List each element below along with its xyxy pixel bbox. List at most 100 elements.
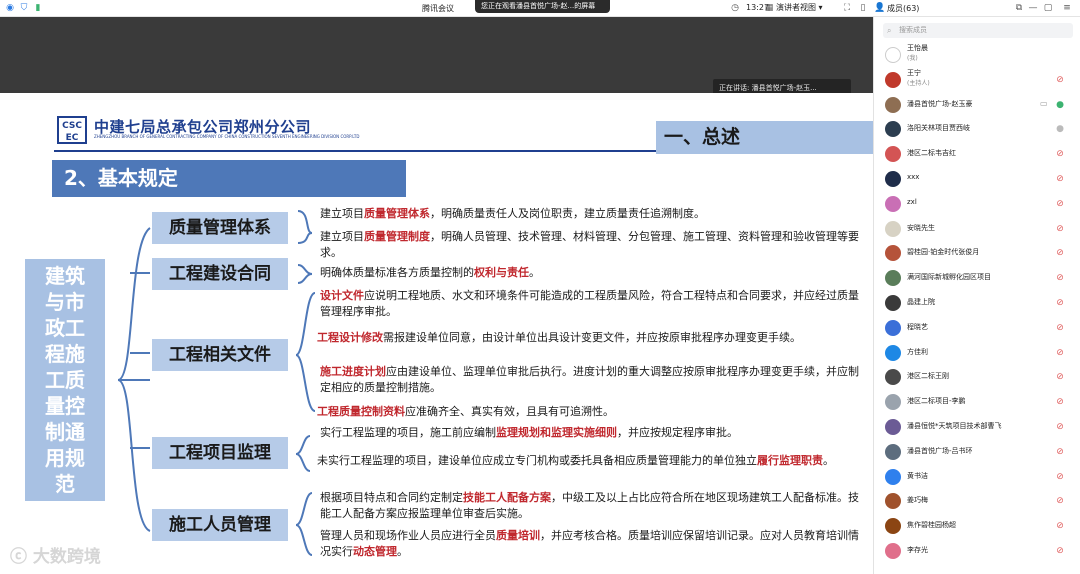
category-construction-contract: 工程建设合同 <box>152 258 288 290</box>
item-design-changes: 工程设计修改需报建设单位同意，由设计单位出具设计变更文件，并应按原审批程序办理变… <box>317 331 801 344</box>
member-row[interactable]: 黄书洁 ⊘ <box>874 465 1080 489</box>
member-name: 方佳利 <box>907 347 928 356</box>
watermark-text: 大数跨境 <box>32 547 101 567</box>
shared-slide: CSC EC 中建七局总承包公司郑州分公司 ZHENGZHOU BRANCH OF… <box>0 93 873 574</box>
minimize-icon[interactable]: — <box>1028 3 1038 13</box>
more-icon[interactable]: ≡ <box>1062 3 1072 13</box>
mic-muted-icon[interactable]: ⊘ <box>1055 371 1065 383</box>
search-placeholder: 搜索成员 <box>899 26 927 34</box>
member-name: 李存光 <box>907 546 928 554</box>
member-row[interactable]: 潘县首悦广场-赵玉豪 ● ▭ <box>874 93 1080 117</box>
mic-muted-icon[interactable]: ⊘ <box>1055 272 1065 284</box>
popout-icon[interactable]: ⧉ <box>1014 3 1024 13</box>
mic-muted-icon[interactable]: ⊘ <box>1055 148 1065 160</box>
avatar <box>885 146 901 163</box>
mic-muted-icon[interactable]: ⊘ <box>1055 471 1065 483</box>
member-name: 程晓艺 <box>907 322 928 331</box>
avatar <box>885 394 901 411</box>
mic-muted-icon[interactable]: ⊘ <box>1055 446 1065 458</box>
member-row[interactable]: 满河国际新城孵化园区项目 ⊘ <box>874 266 1080 290</box>
member-row[interactable]: 洛阳关林项目贾西岐 ● <box>874 117 1080 141</box>
mic-muted-icon[interactable]: ⊘ <box>1055 247 1065 259</box>
member-row[interactable]: 焦作碧桂园杨超 ⊘ <box>874 514 1080 538</box>
member-row[interactable]: 王怡晨 (我) <box>874 43 1080 67</box>
member-row[interactable]: 港区二标项目-李鹏 ⊘ <box>874 390 1080 414</box>
avatar <box>885 270 901 287</box>
mic-muted-icon[interactable]: ⊘ <box>1055 74 1065 86</box>
fullscreen-icon[interactable]: ⛶ <box>842 3 852 13</box>
member-row[interactable]: 港区二标王刚 ⊘ <box>874 365 1080 389</box>
mic-muted-icon[interactable]: ⊘ <box>1055 322 1065 334</box>
mic-icon[interactable]: ● <box>1055 123 1065 135</box>
category-project-supervision: 工程项目监理 <box>152 437 288 469</box>
network-icon[interactable]: ▮ <box>33 3 43 13</box>
member-row[interactable]: xxx ⊘ <box>874 167 1080 191</box>
mic-muted-icon[interactable]: ⊘ <box>1055 396 1065 408</box>
item-design-docs: 设计文件应说明工程地质、水文和环境条件可能造成的工程质量风险，符合工程特点和合同… <box>320 289 859 318</box>
member-row[interactable]: 王宁 (主持人) ⊘ <box>874 68 1080 92</box>
member-row[interactable]: 方佳利 ⊘ <box>874 341 1080 365</box>
member-name: 港区二标项目-李鹏 <box>907 397 966 406</box>
member-name: 潘县恒悦*天筑项目技术部曹飞 <box>907 422 1002 430</box>
mic-muted-icon[interactable]: ⊘ <box>1055 520 1065 532</box>
category-quality-system: 质量管理体系 <box>152 212 288 244</box>
watermark-icon: ⓒ <box>10 547 27 567</box>
mic-muted-icon[interactable]: ⊘ <box>1055 297 1065 309</box>
members-panel: ⌕ 搜索成员 王怡晨 (我) 王宁 (主持人) ⊘ 潘县首悦广场-赵玉豪 ● ▭ 洛阳关林项目贾… <box>873 17 1080 574</box>
shield-icon[interactable]: ⛉ <box>19 3 29 13</box>
mic-muted-icon[interactable]: ⊘ <box>1055 223 1065 235</box>
item-no-supervision: 未实行工程监理的项目，建设单位应成立专门机构或委托具备相应质量管理能力的单位独立… <box>317 454 834 467</box>
member-name: 满河国际新城孵化园区项目 <box>907 273 991 282</box>
member-name: 黄书洁 <box>907 471 928 480</box>
member-name: zxl <box>907 197 917 206</box>
member-role: (主持人) <box>907 79 930 87</box>
mic-muted-icon[interactable]: ⊘ <box>1055 495 1065 507</box>
member-name: 焦作碧桂园杨超 <box>907 521 956 530</box>
member-row[interactable]: 潘县首悦广场-吕书环 ⊘ <box>874 440 1080 464</box>
member-row[interactable]: 潘县恒悦*天筑项目技术部曹飞 ⊘ <box>874 415 1080 439</box>
avatar <box>885 493 901 510</box>
mic-icon[interactable]: ● <box>1055 99 1065 111</box>
avatar <box>885 295 901 311</box>
member-name: 碧桂园·铂金时代张俊月 <box>907 248 980 257</box>
avatar <box>885 71 901 88</box>
member-row[interactable]: 姜巧梅 ⊘ <box>874 489 1080 513</box>
member-row[interactable]: 李存光 ⊘ <box>874 539 1080 563</box>
search-icon: ⌕ <box>887 26 892 35</box>
mic-muted-icon[interactable]: ⊘ <box>1055 198 1065 210</box>
member-row[interactable]: 晶建上院 ⊘ <box>874 291 1080 315</box>
avatar <box>885 319 901 336</box>
member-row[interactable]: 港区二标韦吉红 ⊘ <box>874 142 1080 166</box>
mic-muted-icon[interactable]: ⊘ <box>1055 545 1065 557</box>
clock-icon: ◷ <box>731 3 739 13</box>
mic-muted-icon[interactable]: ⊘ <box>1055 347 1065 359</box>
members-icon: 👤 <box>874 3 886 13</box>
member-row[interactable]: zxl ⊘ <box>874 192 1080 216</box>
maximize-icon[interactable]: ▢ <box>1043 3 1053 13</box>
avatar <box>885 47 901 63</box>
screen-share-notice[interactable]: 您正在观看潘县首悦广场-赵...的屏幕 <box>475 0 610 13</box>
item-skilled-workers: 根据项目特点和合同约定制定技能工人配备方案，中级工及以上占比应符合所在地区现场建… <box>320 491 859 520</box>
mic-muted-icon[interactable]: ⊘ <box>1055 173 1065 185</box>
speaker-view-button[interactable]: 演讲者视图 ▾ <box>776 2 823 13</box>
layout-icon[interactable]: ▯ <box>858 3 868 13</box>
regulation-title-box: 建筑与市政工程施工质量控制通用规范 <box>25 259 105 501</box>
member-row[interactable]: 碧桂园·铂金时代张俊月 ⊘ <box>874 241 1080 265</box>
avatar <box>885 369 901 386</box>
mic-muted-icon[interactable]: ⊘ <box>1055 421 1065 433</box>
avatar <box>885 220 901 237</box>
member-row[interactable]: 安晓先生 ⊘ <box>874 217 1080 241</box>
avatar <box>885 96 901 113</box>
signal-icon[interactable]: ◉ <box>5 3 15 13</box>
member-name: xxx <box>907 173 920 181</box>
member-name: 王怡晨 <box>907 44 928 52</box>
category-project-documents: 工程相关文件 <box>152 339 288 371</box>
member-search[interactable]: ⌕ 搜索成员 <box>883 23 1073 38</box>
avatar <box>885 344 901 361</box>
app-title: 腾讯会议 <box>422 4 454 13</box>
view-icon: ▦ <box>764 3 774 13</box>
avatar <box>885 245 901 262</box>
member-row[interactable]: 程晓艺 ⊘ <box>874 316 1080 340</box>
video-area: 正在讲话: 潘县首悦广场-赵玉... <box>0 17 873 97</box>
item-supervision-plan: 实行工程监理的项目，施工前应编制监理规划和监理实施细则，并应按规定程序审批。 <box>320 426 738 439</box>
